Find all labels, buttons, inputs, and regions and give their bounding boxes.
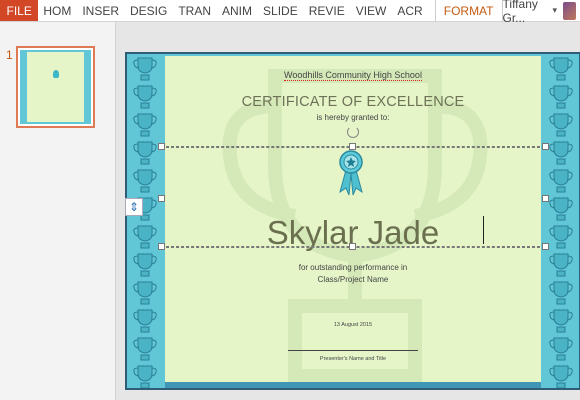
school-name[interactable]: Woodhills Community High School bbox=[165, 70, 541, 81]
rotate-handle-icon[interactable] bbox=[347, 126, 359, 138]
resize-handle[interactable] bbox=[542, 143, 549, 150]
tab-file[interactable]: FILE bbox=[0, 0, 39, 21]
tab-acrobat[interactable]: ACR bbox=[392, 0, 428, 21]
trophy-icon bbox=[547, 224, 575, 250]
tab-view[interactable]: VIEW bbox=[351, 0, 393, 21]
text-cursor bbox=[483, 216, 484, 244]
school-name-text: Woodhills Community High School bbox=[284, 70, 422, 81]
resize-handle[interactable] bbox=[158, 195, 165, 202]
trophy-icon bbox=[131, 140, 159, 166]
slide-number: 1 bbox=[6, 48, 13, 62]
trophy-icon bbox=[547, 196, 575, 222]
tab-slide-show[interactable]: SLIDE bbox=[258, 0, 304, 21]
tab-home[interactable]: HOM bbox=[38, 0, 77, 21]
trophy-icon bbox=[131, 224, 159, 250]
trophy-icon bbox=[131, 252, 159, 278]
tab-format[interactable]: FORMAT bbox=[434, 0, 503, 21]
presenter-name[interactable]: Presenter's Name and Title bbox=[165, 356, 541, 362]
trophy-icon bbox=[131, 112, 159, 138]
trophy-icon bbox=[547, 336, 575, 362]
resize-handle[interactable] bbox=[349, 143, 356, 150]
bottom-band bbox=[165, 382, 541, 388]
thumbnail-paper bbox=[27, 52, 84, 122]
avatar bbox=[563, 1, 576, 20]
trophy-icon bbox=[547, 112, 575, 138]
slide-thumbnail[interactable] bbox=[16, 46, 95, 128]
performance-line-2: Class/Project Name bbox=[317, 275, 389, 284]
trophy-icon bbox=[547, 364, 575, 388]
slide[interactable]: Woodhills Community High School CERTIFIC… bbox=[125, 52, 580, 390]
performance-line-1: for outstanding performance in bbox=[298, 263, 408, 272]
trophy-icon bbox=[131, 56, 159, 82]
trophy-icon bbox=[547, 308, 575, 334]
trophy-icon bbox=[131, 84, 159, 110]
signature-line bbox=[288, 350, 418, 351]
certificate-paper: Woodhills Community High School CERTIFIC… bbox=[165, 56, 541, 382]
tab-insert[interactable]: INSER bbox=[77, 0, 125, 21]
trophy-icon bbox=[131, 280, 159, 306]
trophy-border-right bbox=[543, 54, 579, 388]
resize-handle[interactable] bbox=[158, 143, 165, 150]
tab-design[interactable]: DESIG bbox=[125, 0, 173, 21]
slide-editing-canvas: Woodhills Community High School CERTIFIC… bbox=[116, 22, 580, 400]
award-date[interactable]: 13 August 2015 bbox=[165, 322, 541, 328]
slide-thumbnail-pane: 1 bbox=[0, 22, 116, 400]
trophy-icon bbox=[131, 168, 159, 194]
trophy-border-left bbox=[127, 54, 163, 388]
ribbon-tab-bar: FILE HOM INSER DESIG TRAN ANIM SLIDE REV… bbox=[0, 0, 580, 25]
tab-review[interactable]: REVIE bbox=[304, 0, 351, 21]
resize-handle[interactable] bbox=[349, 243, 356, 250]
trophy-icon bbox=[547, 140, 575, 166]
granted-text[interactable]: is hereby granted to: bbox=[165, 113, 541, 122]
layout-options-icon[interactable]: ⇕ bbox=[125, 198, 143, 216]
trophy-icon bbox=[131, 308, 159, 334]
tab-transitions[interactable]: TRAN bbox=[173, 0, 217, 21]
tab-animations[interactable]: ANIM bbox=[217, 0, 258, 21]
trophy-icon bbox=[547, 252, 575, 278]
thumbnail-preview bbox=[20, 50, 91, 124]
trophy-icon bbox=[547, 168, 575, 194]
trophy-icon bbox=[131, 336, 159, 362]
ribbon-medal-icon bbox=[52, 70, 59, 78]
user-name: Tiffany Gr... bbox=[502, 0, 538, 25]
resize-handle[interactable] bbox=[542, 243, 549, 250]
trophy-icon bbox=[131, 364, 159, 388]
performance-text[interactable]: for outstanding performance in Class/Pro… bbox=[165, 262, 541, 286]
certificate-title[interactable]: CERTIFICATE OF EXCELLENCE bbox=[165, 94, 541, 110]
trophy-icon bbox=[547, 84, 575, 110]
resize-handle[interactable] bbox=[158, 243, 165, 250]
chevron-down-icon: ▾ bbox=[552, 5, 558, 15]
user-account[interactable]: Tiffany Gr... ▾ bbox=[503, 0, 580, 25]
resize-handle[interactable] bbox=[542, 195, 549, 202]
award-ribbon-icon bbox=[339, 150, 363, 196]
trophy-icon bbox=[547, 56, 575, 82]
trophy-icon bbox=[547, 280, 575, 306]
